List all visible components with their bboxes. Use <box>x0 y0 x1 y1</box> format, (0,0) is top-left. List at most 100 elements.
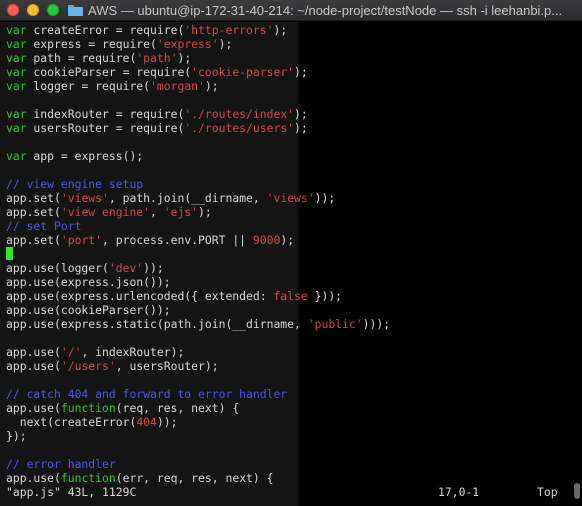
code-token: , process.env.PORT || <box>102 233 253 247</box>
code-token: ); <box>294 65 308 79</box>
code-token: false <box>273 289 308 303</box>
code-token: ))); <box>362 317 391 331</box>
code-token: (err, req, res, next) { <box>115 471 274 485</box>
code-line: var path = require('path'); <box>6 51 390 65</box>
code-line: var cookieParser = require('cookie-parse… <box>6 65 390 79</box>
code-token: 'dev' <box>108 261 144 275</box>
code-line: app.use('/users', usersRouter); <box>6 359 390 373</box>
minimize-button[interactable] <box>27 4 39 16</box>
code-token: })); <box>307 289 343 303</box>
code-token: app.use(express.static(path.join(__dirna… <box>6 317 308 331</box>
code-token: app = express(); <box>26 149 144 163</box>
code-token: 'views' <box>60 191 109 205</box>
code-token: // view engine setup <box>6 177 144 191</box>
code-line: var express = require('express'); <box>6 37 390 51</box>
code-token: ); <box>294 107 308 121</box>
close-button[interactable] <box>7 4 19 16</box>
code-token: , usersRouter); <box>115 359 219 373</box>
code-token: var <box>6 51 27 65</box>
code-line: app.use(express.json()); <box>6 275 390 289</box>
code-token: 'port' <box>60 233 103 247</box>
code-token: var <box>6 65 27 79</box>
code-line: app.set('views', path.join(__dirname, 'v… <box>6 191 390 205</box>
code-token: // catch 404 and forward to error handle… <box>6 387 288 401</box>
code-token: express = require( <box>26 37 157 51</box>
code-token: , path.join(__dirname, <box>108 191 267 205</box>
code-token: './routes/users' <box>184 121 295 135</box>
code-line: // view engine setup <box>6 177 390 191</box>
terminal-content[interactable]: var createError = require('http-errors')… <box>0 22 582 506</box>
status-scroll-position: Top <box>537 485 558 499</box>
code-token: 9000 <box>252 233 281 247</box>
code-token: 'cookie-parser' <box>191 65 295 79</box>
code-token: app.use( <box>6 471 61 485</box>
code-editor[interactable]: var createError = require('http-errors')… <box>6 23 390 485</box>
code-line: app.use(function(req, res, next) { <box>6 401 390 415</box>
code-token: usersRouter = require( <box>26 121 185 135</box>
code-line: // error handler <box>6 457 390 471</box>
code-line: app.set('port', process.env.PORT || 9000… <box>6 233 390 247</box>
code-token: // error handler <box>6 457 116 471</box>
code-token: app.use(logger( <box>6 261 109 275</box>
code-token: path = require( <box>26 51 137 65</box>
vim-status-line: "app.js" 43L, 1129C 17,0-1 Top <box>6 485 576 499</box>
terminal-window: AWS — ubuntu@ip-172-31-40-214: ~/node-pr… <box>0 0 582 506</box>
code-token: app.use(express.json()); <box>6 275 171 289</box>
code-token: 'view engine' <box>60 205 151 219</box>
code-line: var app = express(); <box>6 149 390 163</box>
code-token: './routes/index' <box>184 107 295 121</box>
code-token: ); <box>204 79 219 93</box>
code-token: var <box>6 121 27 135</box>
code-token: app.set( <box>6 191 61 205</box>
title-bar[interactable]: AWS — ubuntu@ip-172-31-40-214: ~/node-pr… <box>0 0 582 21</box>
code-token: indexRouter = require( <box>26 107 185 121</box>
code-token: next(createError( <box>6 415 137 429</box>
code-line: // set Port <box>6 219 390 233</box>
scrollbar[interactable] <box>574 26 581 499</box>
code-token: app.set( <box>6 233 61 247</box>
window-title-area: AWS — ubuntu@ip-172-31-40-214: ~/node-pr… <box>68 0 562 21</box>
code-line: app.use(express.urlencoded({ extended: f… <box>6 289 390 303</box>
code-line: var usersRouter = require('./routes/user… <box>6 121 390 135</box>
code-token: app.use( <box>6 359 61 373</box>
code-token: 'ejs' <box>163 205 199 219</box>
code-token: ); <box>218 37 233 51</box>
code-token: var <box>6 23 27 37</box>
code-token: ); <box>280 233 295 247</box>
code-token: 'express' <box>156 37 219 51</box>
code-token: '/users' <box>60 359 116 373</box>
code-token: , <box>150 205 164 219</box>
code-token: '/' <box>60 345 82 359</box>
code-line: app.use('/', indexRouter); <box>6 345 390 359</box>
code-token: )); <box>143 261 164 275</box>
code-line: app.use(function(err, req, res, next) { <box>6 471 390 485</box>
scrollbar-thumb[interactable] <box>574 483 580 499</box>
maximize-button[interactable] <box>47 4 59 16</box>
code-line <box>6 247 390 261</box>
code-token: )); <box>314 191 336 205</box>
code-token: ); <box>177 51 192 65</box>
window-title: AWS — ubuntu@ip-172-31-40-214: ~/node-pr… <box>88 3 563 18</box>
code-token: )); <box>156 415 178 429</box>
code-token: // set Port <box>6 219 82 233</box>
code-token: app.use(cookieParser()); <box>6 303 171 317</box>
code-token: , indexRouter); <box>81 345 185 359</box>
window-controls <box>7 4 59 16</box>
status-file-info: "app.js" 43L, 1129C <box>6 485 137 499</box>
code-token: ); <box>294 121 308 135</box>
code-token: 'morgan' <box>150 79 205 93</box>
code-line: var logger = require('morgan'); <box>6 79 390 93</box>
code-token: createError = require( <box>26 23 185 37</box>
code-token: (req, res, next) { <box>115 401 240 415</box>
code-line: app.use(logger('dev')); <box>6 261 390 275</box>
code-line: app.use(cookieParser()); <box>6 303 390 317</box>
code-line: app.set('view engine', 'ejs'); <box>6 205 390 219</box>
code-token: var <box>6 107 27 121</box>
code-token: var <box>6 79 27 93</box>
code-line: app.use(express.static(path.join(__dirna… <box>6 317 390 331</box>
code-line: var indexRouter = require('./routes/inde… <box>6 107 390 121</box>
